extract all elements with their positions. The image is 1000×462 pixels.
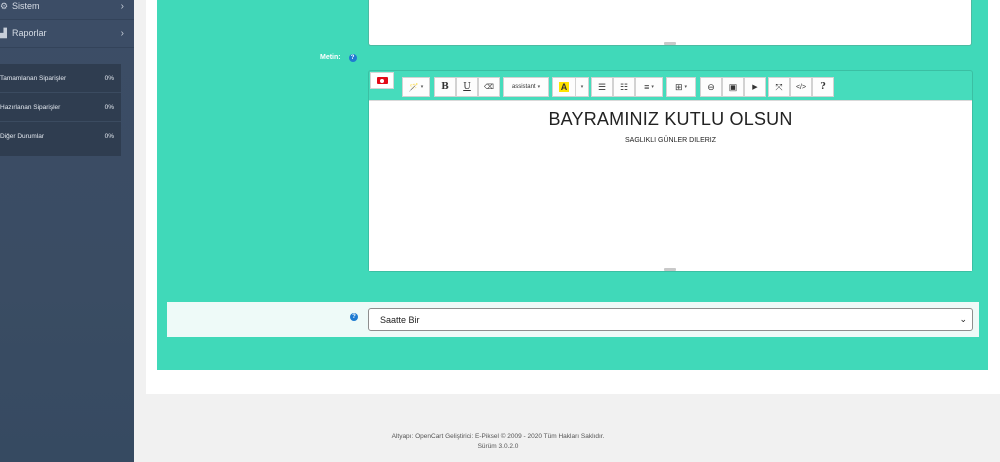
metin-label: Metin: ? bbox=[320, 54, 357, 62]
help-button[interactable]: ? bbox=[812, 77, 834, 97]
table-icon: ⊞ bbox=[674, 81, 683, 92]
underline-button[interactable]: U bbox=[456, 77, 478, 97]
stat-label: Diğer Durumlar bbox=[0, 133, 45, 140]
font-color-dropdown[interactable]: ▾ bbox=[575, 77, 589, 97]
image-icon: ▣ bbox=[728, 81, 738, 92]
video-icon: ▶ bbox=[752, 84, 758, 91]
sidebar-item-sistem[interactable]: ⚙ Sistem › bbox=[0, 0, 134, 20]
stat-label: Hazırlanan Siparişler bbox=[0, 103, 61, 111]
font-family-dropdown[interactable]: assistant ▾ bbox=[503, 77, 549, 97]
insert-image-button[interactable]: ▣ bbox=[722, 77, 744, 97]
chevron-down-icon: ▾ bbox=[684, 84, 688, 90]
code-icon: </> bbox=[795, 83, 807, 91]
previous-textarea[interactable] bbox=[368, 0, 972, 46]
unordered-list-button[interactable]: ☰ bbox=[591, 77, 613, 97]
align-left-icon: ≡ bbox=[644, 82, 650, 92]
help-icon[interactable]: ? bbox=[350, 313, 358, 321]
insert-link-button[interactable]: ⊖ bbox=[700, 77, 722, 97]
chevron-down-icon: ▾ bbox=[580, 84, 584, 90]
sidebar-item-raporlar[interactable]: ▟ Raporlar › bbox=[0, 19, 134, 47]
sidebar: ⚙ Sistem › ▟ Raporlar › Tamamlanan Sipar… bbox=[0, 0, 134, 462]
chevron-down-icon: ▾ bbox=[420, 84, 424, 90]
order-stats: Tamamlanan Siparişler 0% Hazırlanan Sipa… bbox=[0, 64, 121, 156]
ordered-list-button[interactable]: ☷ bbox=[613, 77, 635, 97]
stat-value: 0% bbox=[104, 103, 114, 111]
eraser-icon: ⌫ bbox=[484, 84, 494, 91]
divider bbox=[0, 47, 134, 48]
resize-handle[interactable] bbox=[664, 268, 676, 271]
bullet-list-icon: ☰ bbox=[597, 81, 607, 92]
code-view-button[interactable]: </> bbox=[790, 77, 812, 97]
resize-handle[interactable] bbox=[664, 42, 676, 45]
fullscreen-icon: ⤧ bbox=[775, 81, 783, 92]
help-icon[interactable]: ? bbox=[348, 54, 357, 62]
stat-row: Hazırlanan Siparişler 0% bbox=[0, 93, 121, 122]
chevron-down-icon: ▾ bbox=[651, 84, 654, 90]
font-color-icon: A bbox=[558, 82, 570, 92]
footer-copyright: Altyapı: OpenCart Geliştirici: E-Piksel … bbox=[391, 433, 605, 440]
stat-row: Diğer Durumlar 0% bbox=[0, 122, 121, 151]
stat-label: Tamamlanan Siparişler bbox=[0, 74, 67, 82]
stat-value: 0% bbox=[104, 133, 114, 140]
chevron-right-icon: › bbox=[120, 27, 124, 39]
sidebar-item-label: Raporlar bbox=[12, 28, 47, 38]
font-color-button[interactable]: A bbox=[552, 77, 576, 97]
stat-value: 0% bbox=[104, 74, 114, 82]
insert-video-button[interactable]: ▶ bbox=[744, 77, 766, 97]
frequency-select[interactable]: Saatte Bir ⌄ bbox=[368, 308, 973, 331]
numbered-list-icon: ☷ bbox=[619, 81, 629, 92]
font-family-label: assistant bbox=[511, 84, 536, 90]
chevron-right-icon: › bbox=[120, 0, 124, 12]
gear-icon: ⚙ bbox=[0, 0, 9, 11]
magic-style-button[interactable]: 🪄 ▾ bbox=[402, 77, 430, 97]
link-icon: ⊖ bbox=[707, 81, 715, 92]
question-icon: ? bbox=[820, 82, 826, 92]
editor-toolbar: 🪄 ▾ B U ⌫ assistant ▾ A ▾ ☰ ☷ ≡ ▾ ⊞ ▾ ⊖ ▣ ▶ … bbox=[368, 72, 973, 100]
footer: Altyapı: OpenCart Geliştirici: E-Piksel … bbox=[146, 432, 850, 452]
chevron-down-icon: ⌄ bbox=[959, 314, 967, 324]
magic-wand-icon: 🪄 bbox=[408, 82, 419, 92]
sidebar-item-label: Sistem bbox=[12, 1, 40, 11]
select-value: Saatte Bir bbox=[380, 314, 420, 325]
table-dropdown[interactable]: ⊞ ▾ bbox=[666, 77, 696, 97]
stat-row: Tamamlanan Siparişler 0% bbox=[0, 64, 121, 93]
bold-button[interactable]: B bbox=[434, 77, 456, 97]
select-label: ? bbox=[309, 313, 358, 321]
editor-subtext: SAGLIKLI GÜNLER DILERIZ bbox=[624, 137, 717, 144]
clear-format-button[interactable]: ⌫ bbox=[478, 77, 500, 97]
chevron-down-icon: ▾ bbox=[537, 84, 541, 90]
footer-version: Sürüm 3.0.2.0 bbox=[477, 443, 519, 450]
paragraph-align-dropdown[interactable]: ≡ ▾ bbox=[635, 77, 663, 97]
editor-heading: BAYRAMINIZ KUTLU OLSUN bbox=[548, 109, 793, 129]
fullscreen-button[interactable]: ⤧ bbox=[768, 77, 790, 97]
editor-content[interactable]: BAYRAMINIZ KUTLU OLSUN SAGLIKLI GÜNLER D… bbox=[369, 100, 972, 271]
metin-label-text: Metin: bbox=[320, 54, 341, 61]
bar-chart-icon: ▟ bbox=[0, 27, 7, 38]
